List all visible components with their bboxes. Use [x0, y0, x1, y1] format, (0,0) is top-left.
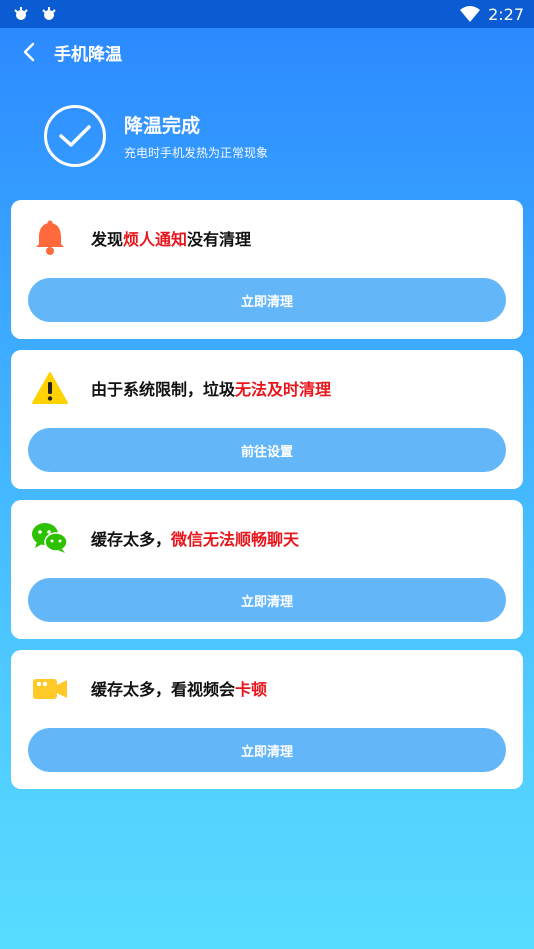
video-card: 缓存太多，看视频会卡顿 立即清理	[11, 650, 523, 789]
warning-icon	[29, 367, 71, 409]
card-message: 发现烦人通知没有清理	[91, 230, 252, 249]
system-limit-card: 由于系统限制，垃圾无法及时清理 前往设置	[11, 350, 523, 489]
result-title: 降温完成	[124, 115, 201, 137]
clean-now-button[interactable]: 立即清理	[28, 278, 506, 322]
back-button[interactable]	[6, 28, 54, 76]
go-to-settings-button[interactable]: 前往设置	[28, 428, 506, 472]
cooling-result: 降温完成 充电时手机发热为正常现象	[44, 104, 504, 168]
wechat-icon	[29, 517, 71, 559]
video-camera-icon	[29, 667, 71, 709]
card-message: 缓存太多，微信无法顺畅聊天	[91, 530, 300, 549]
app-bar: 手机降温	[0, 28, 534, 76]
status-right: 2:27	[460, 5, 524, 24]
page-title: 手机降温	[54, 44, 122, 65]
check-icon	[44, 105, 106, 167]
bug-icon	[12, 5, 30, 23]
bell-icon	[29, 217, 71, 259]
card-message: 由于系统限制，垃圾无法及时清理	[91, 380, 332, 399]
notification-card: 发现烦人通知没有清理 立即清理	[11, 200, 523, 339]
bug-icon	[40, 5, 58, 23]
clean-now-button[interactable]: 立即清理	[28, 728, 506, 772]
status-bar: 2:27	[0, 0, 534, 28]
clean-now-button[interactable]: 立即清理	[28, 578, 506, 622]
result-subtitle: 充电时手机发热为正常现象	[124, 146, 269, 160]
wechat-card: 缓存太多，微信无法顺畅聊天 立即清理	[11, 500, 523, 639]
wifi-icon	[460, 5, 481, 23]
status-left	[12, 5, 58, 23]
card-message: 缓存太多，看视频会卡顿	[91, 680, 268, 699]
status-time: 2:27	[488, 4, 524, 24]
chevron-left-icon	[23, 42, 35, 62]
